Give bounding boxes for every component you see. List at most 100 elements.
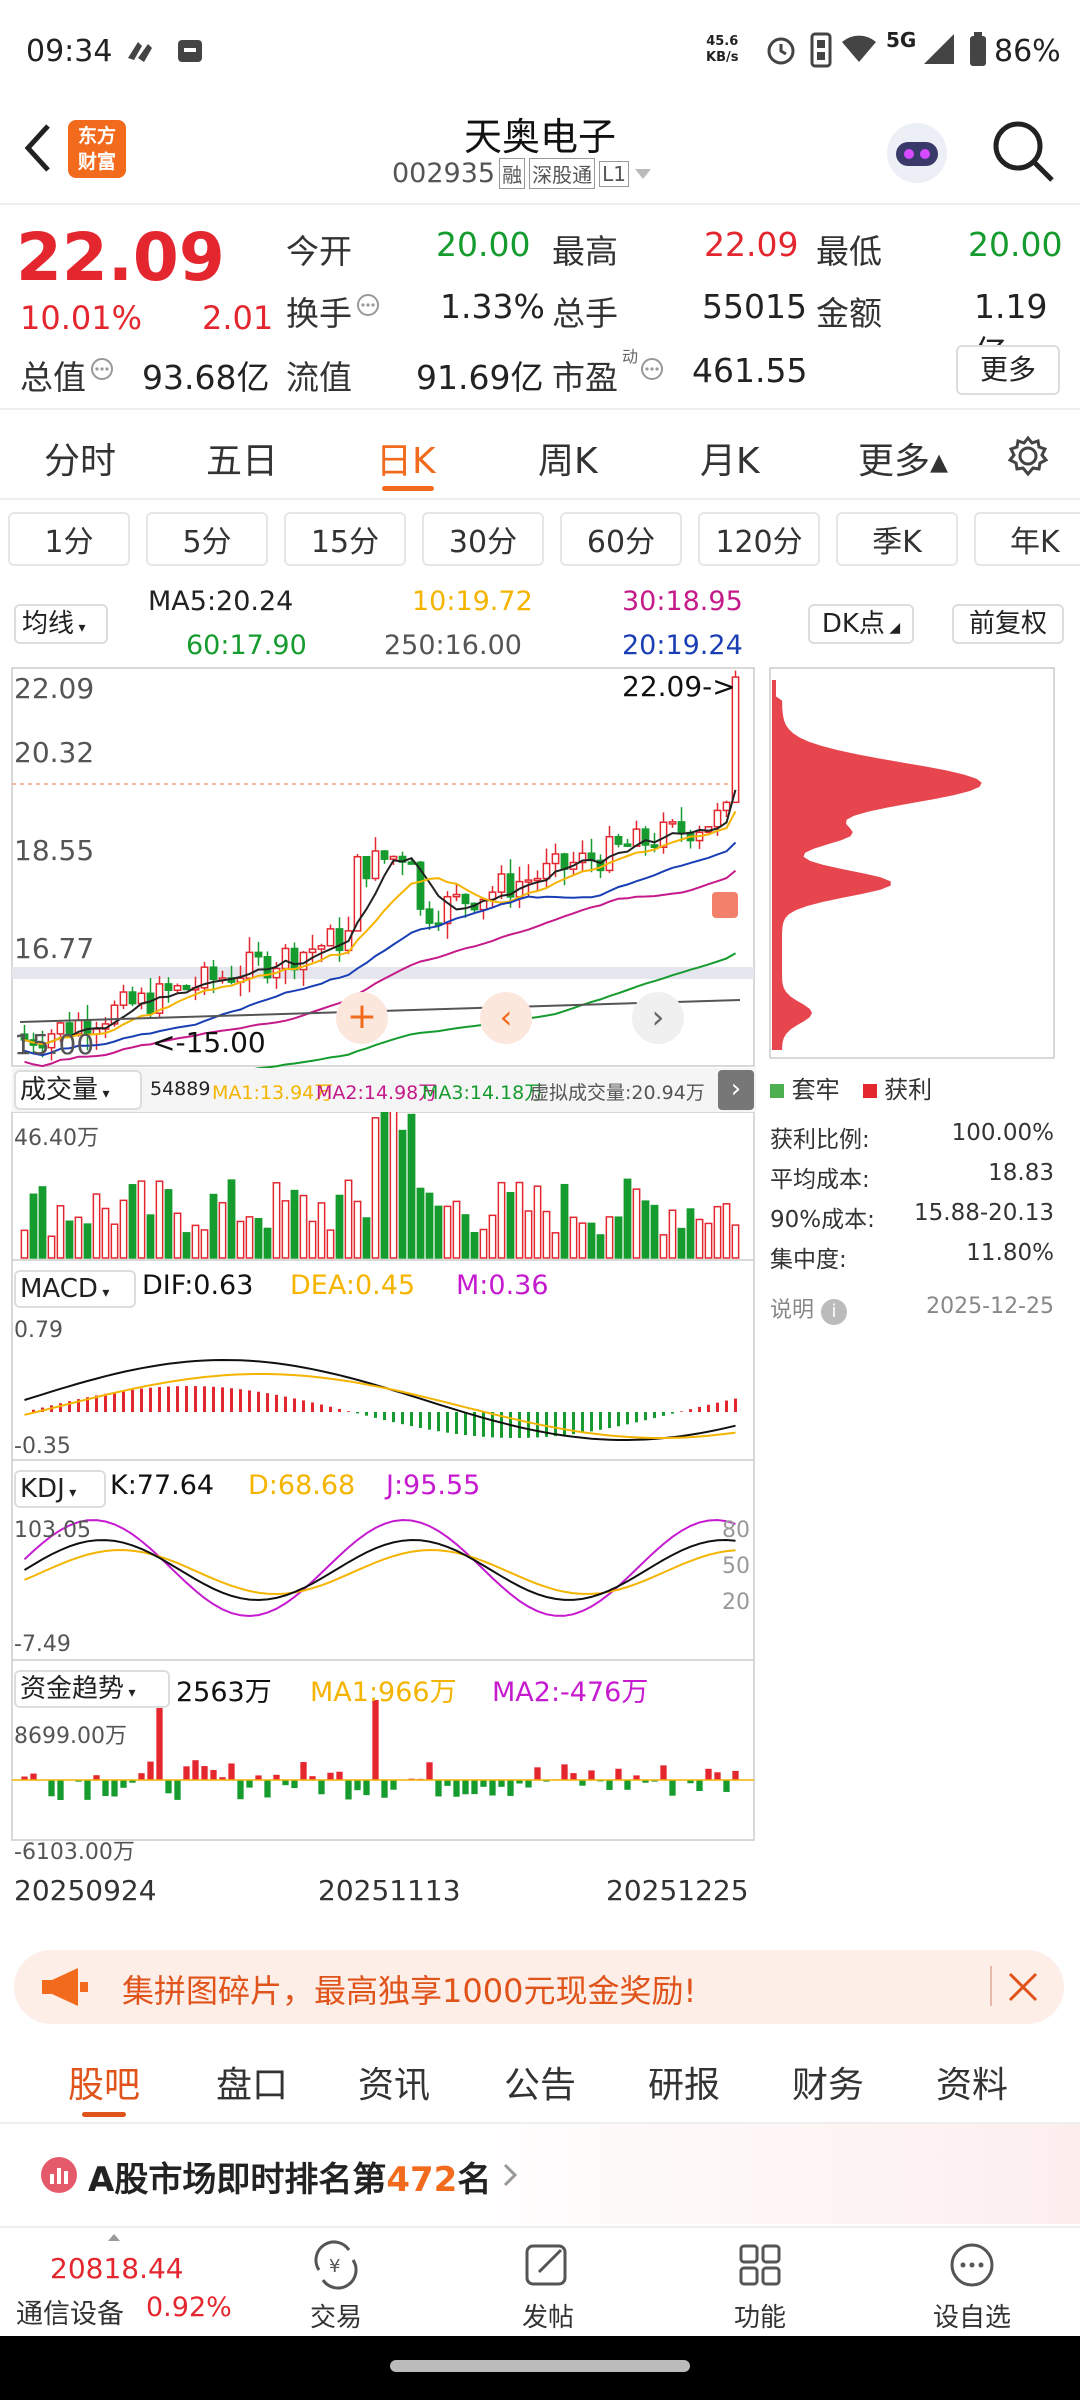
net-speed: 45.6 KB/s (706, 34, 739, 65)
chevron-left-icon[interactable] (20, 120, 56, 176)
tab-research[interactable]: 研报 (648, 2056, 720, 2108)
app-notification-icon (128, 42, 152, 62)
volume-bar (128, 1184, 137, 1259)
tab-intraday[interactable]: 分时 (44, 432, 116, 484)
fund-bar (336, 1771, 343, 1780)
nav-post[interactable]: 发帖 (478, 2228, 618, 2338)
index-ticker[interactable]: 20818.44 通信设备 0.92% (0, 2228, 250, 2338)
tab-news[interactable]: 资讯 (358, 2056, 430, 2108)
tab-more[interactable]: 更多▴ (858, 432, 948, 484)
mcap-value: 93.68亿 (142, 358, 270, 397)
stock-name: 天奥电子 (463, 115, 616, 159)
close-icon[interactable] (1006, 1970, 1040, 2004)
info-icon[interactable] (90, 357, 114, 381)
tab-finance[interactable]: 财务 (792, 2056, 864, 2108)
tab-guba[interactable]: 股吧 (68, 2056, 140, 2108)
volume-bar (659, 1234, 668, 1259)
mcap-label: 总值 (20, 358, 86, 397)
volume-bar (245, 1216, 254, 1259)
nav-trade[interactable]: ¥ 交易 (266, 2228, 406, 2338)
fund-bar (300, 1762, 307, 1780)
chip-note[interactable]: 说明 i (770, 1292, 848, 1325)
candle (173, 984, 182, 991)
nav-add-watchlist[interactable]: 设自选 (902, 2228, 1042, 2338)
indicator-selector-volume[interactable]: 成交量 ▾ (14, 1070, 142, 1110)
fund-bar (84, 1780, 91, 1800)
volume-bar (83, 1223, 92, 1259)
edit-icon (525, 2244, 567, 2286)
tab-weekly-k[interactable]: 周K (538, 432, 598, 484)
promo-banner[interactable]: 集拼图碎片，最高独享1000元现金奖励! (14, 1950, 1064, 2024)
volume-bar (722, 1203, 731, 1259)
caret-down-icon[interactable] (633, 167, 653, 181)
candle (209, 966, 218, 981)
stock-header: 东方 财富 天奥电子 002935 融 深股通 L1 (0, 100, 1080, 205)
period-120min[interactable]: 120分 (698, 512, 820, 566)
search-icon[interactable] (990, 118, 1056, 184)
fund-bar (696, 1780, 703, 1792)
fund-bar (381, 1780, 388, 1798)
period-30min[interactable]: 30分 (422, 512, 544, 566)
expand-arrow-button[interactable]: › (718, 1070, 754, 1110)
volume-bar (20, 1229, 29, 1259)
zoom-in-button[interactable]: + (336, 992, 388, 1044)
gear-icon[interactable] (1006, 434, 1050, 478)
scroll-left-button[interactable]: ‹ (480, 992, 532, 1044)
more-button[interactable]: 更多 (956, 345, 1060, 395)
scroll-right-button[interactable]: › (632, 992, 684, 1044)
change-percent: 10.01% (20, 299, 143, 337)
fund-bar (210, 1769, 217, 1780)
tab-pankou[interactable]: 盘口 (216, 2056, 288, 2108)
bottom-nav: 20818.44 通信设备 0.92% ¥ 交易 发帖 功能 设自选 (0, 2226, 1080, 2336)
volume-bar (74, 1216, 83, 1259)
index-value: 20818.44 (50, 2252, 184, 2285)
info-icon[interactable] (640, 357, 664, 381)
volume-bar (281, 1200, 290, 1259)
period-1min[interactable]: 1分 (8, 512, 130, 566)
volume-bar (416, 1187, 425, 1259)
tab-monthly-k[interactable]: 月K (700, 432, 760, 484)
nav-functions[interactable]: 功能 (690, 2228, 830, 2338)
candle (659, 821, 668, 848)
indicator-selector-macd[interactable]: MACD ▾ (14, 1270, 136, 1308)
period-15min[interactable]: 15分 (284, 512, 406, 566)
active-tab-indicator (82, 2112, 126, 2117)
period-year-k[interactable]: 年K (974, 512, 1080, 566)
fund-bar (327, 1772, 334, 1780)
period-60min[interactable]: 60分 (560, 512, 682, 566)
fund-bar (525, 1780, 532, 1788)
candle (389, 855, 398, 860)
fund-bar (138, 1773, 145, 1780)
volume-bar (353, 1200, 362, 1259)
market-rank-banner[interactable]: A股市场即时排名第472名 (0, 2124, 1080, 2224)
fund-bar (444, 1780, 451, 1786)
volume-bar (56, 1205, 65, 1259)
chip-label: 集中度: (770, 1247, 847, 1273)
tab-announcements[interactable]: 公告 (504, 2056, 576, 2108)
pe-sup: 动 (622, 347, 639, 366)
svg-text:¥: ¥ (329, 2256, 340, 2277)
tab-profile[interactable]: 资料 (936, 2056, 1008, 2108)
info-icon[interactable] (356, 293, 380, 317)
volume-bar (110, 1223, 119, 1259)
turnover-value: 1.33% (440, 287, 545, 326)
indicator-selector-kdj[interactable]: KDJ ▾ (14, 1470, 106, 1508)
robot-avatar-icon[interactable] (882, 118, 952, 188)
period-5min[interactable]: 5分 (146, 512, 268, 566)
home-indicator[interactable] (390, 2360, 690, 2372)
fund-bar (57, 1780, 64, 1800)
period-quarter-k[interactable]: 季K (836, 512, 958, 566)
chip-label: 90%成本: (770, 1207, 875, 1233)
volume-bar (524, 1210, 533, 1259)
volume-bar (704, 1222, 713, 1259)
tab-five-day[interactable]: 五日 (206, 432, 278, 484)
tab-daily-k[interactable]: 日K (376, 432, 436, 484)
indicator-selector-fund[interactable]: 资金趋势 ▾ (14, 1670, 170, 1708)
volume-bar (515, 1181, 524, 1259)
volume-value: 55015 (702, 287, 807, 326)
candle (497, 873, 506, 893)
last-price-marker: 22.09-> (622, 670, 736, 703)
fund-bar (183, 1766, 190, 1780)
fund-bar (102, 1780, 109, 1797)
candle (425, 908, 434, 924)
